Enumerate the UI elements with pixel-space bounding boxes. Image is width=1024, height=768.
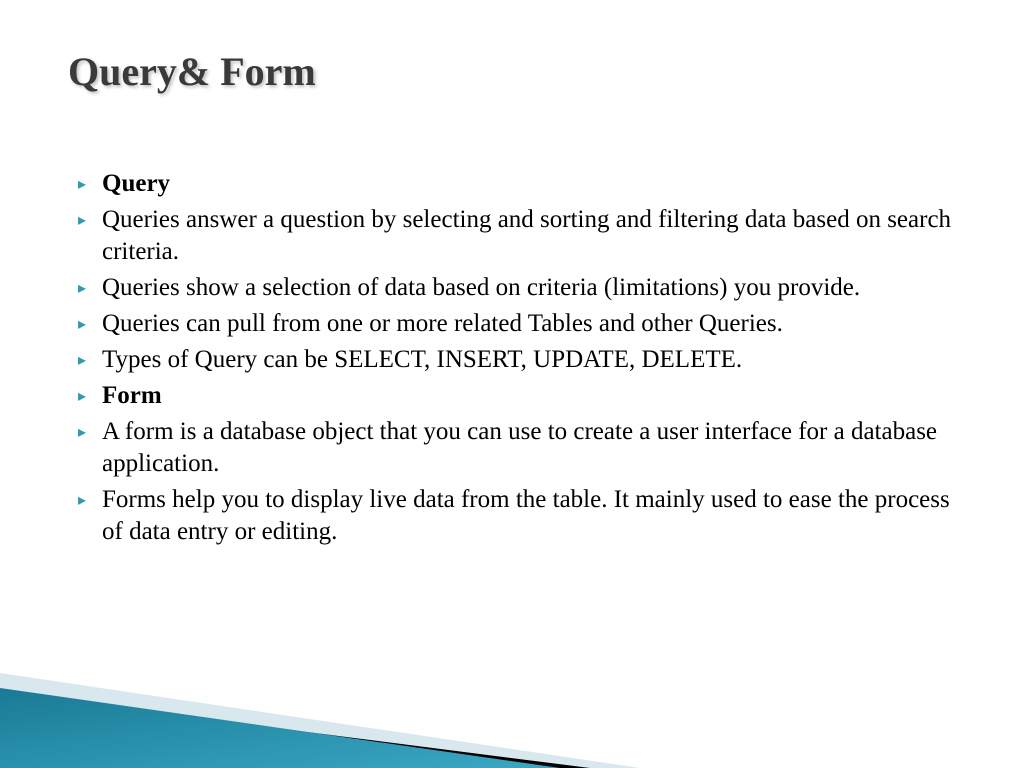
slide-decoration	[0, 638, 1024, 768]
bullet-marker-icon: ▸	[78, 168, 102, 195]
bullet-marker-icon: ▸	[78, 380, 102, 407]
bullet-text: Queries show a selection of data based o…	[102, 272, 860, 304]
content-area: ▸Query▸Queries answer a question by sele…	[78, 168, 954, 552]
bullet-text: Query	[102, 168, 170, 200]
bullet-item: ▸Form	[78, 380, 954, 412]
bullet-item: ▸Query	[78, 168, 954, 200]
bullet-item: ▸Types of Query can be SELECT, INSERT, U…	[78, 344, 954, 376]
bullet-item: ▸Queries show a selection of data based …	[78, 272, 954, 304]
bullet-text: A form is a database object that you can…	[102, 416, 954, 480]
bullet-text: Types of Query can be SELECT, INSERT, UP…	[102, 344, 742, 376]
bullet-text: Form	[102, 380, 162, 412]
bullet-text: Forms help you to display live data from…	[102, 484, 954, 548]
slide-title: Query& Form	[68, 48, 316, 95]
bullet-text: Queries can pull from one or more relate…	[102, 308, 783, 340]
bullet-marker-icon: ▸	[78, 416, 102, 443]
bullet-item: ▸Forms help you to display live data fro…	[78, 484, 954, 548]
bullet-item: ▸A form is a database object that you ca…	[78, 416, 954, 480]
bullet-marker-icon: ▸	[78, 484, 102, 511]
bullet-text: Queries answer a question by selecting a…	[102, 204, 954, 268]
bullet-marker-icon: ▸	[78, 272, 102, 299]
bullet-marker-icon: ▸	[78, 308, 102, 335]
bullet-item: ▸Queries answer a question by selecting …	[78, 204, 954, 268]
bullet-marker-icon: ▸	[78, 344, 102, 371]
bullet-marker-icon: ▸	[78, 204, 102, 231]
bullet-item: ▸Queries can pull from one or more relat…	[78, 308, 954, 340]
